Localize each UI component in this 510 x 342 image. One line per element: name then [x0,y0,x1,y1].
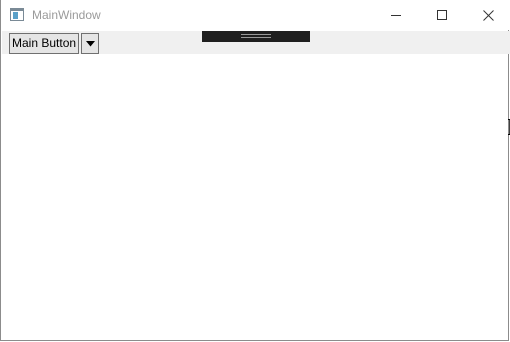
main-window: MainWindow Main Button [0,0,510,341]
drag-handle[interactable] [202,31,310,42]
chevron-down-icon [85,40,95,46]
main-button[interactable]: Main Button [9,33,80,54]
title-bar[interactable]: MainWindow [1,0,510,30]
minimize-icon [391,15,401,16]
dropdown-button[interactable] [81,33,99,54]
maximize-button[interactable] [419,0,465,30]
close-icon [482,9,494,21]
minimize-button[interactable] [373,0,419,30]
maximize-icon [437,10,447,20]
window-title: MainWindow [32,8,101,22]
app-window-icon [10,8,24,21]
close-button[interactable] [465,0,510,30]
